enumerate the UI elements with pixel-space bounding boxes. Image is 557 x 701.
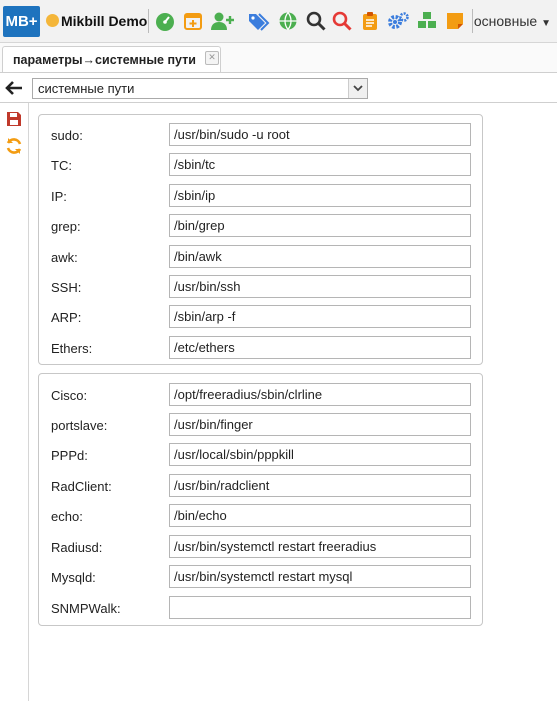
refresh-icon[interactable] — [5, 137, 23, 155]
close-icon[interactable]: ✕ — [205, 51, 219, 65]
setting-row: Radiusd: — [39, 535, 482, 559]
row-label: grep: — [51, 219, 81, 234]
setting-row: Cisco: — [39, 383, 482, 407]
setting-row: RadClient: — [39, 474, 482, 498]
chevron-down-icon[interactable] — [348, 79, 367, 98]
path-field[interactable] — [169, 565, 471, 588]
row-label: Radiusd: — [51, 540, 103, 555]
setting-row: portslave: — [39, 413, 482, 437]
row-label: ARP: — [51, 310, 82, 325]
tab-label: параметры→системные пути — [13, 53, 196, 67]
brand-title[interactable]: Mikbill Demo — [46, 13, 147, 29]
setting-row: sudo: — [39, 123, 482, 147]
cubes-icon[interactable] — [416, 11, 438, 31]
setting-row: IP: — [39, 184, 482, 208]
app-logo[interactable]: MB+ — [3, 6, 40, 37]
path-field[interactable] — [169, 336, 471, 359]
add-user-icon[interactable] — [210, 11, 234, 31]
row-label: echo: — [51, 509, 83, 524]
setting-row: SSH: — [39, 275, 482, 299]
setting-row: ARP: — [39, 305, 482, 329]
row-label: awk: — [51, 250, 78, 265]
path-field[interactable] — [169, 153, 471, 176]
path-field[interactable] — [169, 305, 471, 328]
brand-label: Mikbill Demo — [61, 13, 148, 29]
tags-icon[interactable] — [248, 11, 270, 31]
tab-system-paths[interactable]: параметры→системные пути ✕ — [2, 46, 221, 72]
path-field[interactable] — [169, 123, 471, 146]
setting-row: TC: — [39, 153, 482, 177]
dashboard-icon[interactable] — [155, 11, 175, 31]
paths-group-2: Cisco: portslave: PPPd: RadClient: echo:… — [38, 373, 483, 626]
setting-row: Ethers: — [39, 336, 482, 360]
path-field[interactable] — [169, 383, 471, 406]
setting-row: Mysqld: — [39, 565, 482, 589]
row-label: RadClient: — [51, 479, 112, 494]
row-label: SSH: — [51, 280, 82, 295]
row-label: PPPd: — [51, 448, 88, 463]
path-field[interactable] — [169, 275, 471, 298]
section-select[interactable]: системные пути — [32, 78, 368, 99]
path-field[interactable] — [169, 504, 471, 527]
action-sidebar — [0, 103, 29, 701]
setting-row: echo: — [39, 504, 482, 528]
row-label: sudo: — [51, 128, 83, 143]
row-label: portslave: — [51, 418, 108, 433]
cat-icon — [46, 14, 59, 27]
paths-group-1: sudo: TC: IP: grep: awk: SSH: ARP: Ether… — [38, 114, 483, 365]
row-label: Ethers: — [51, 341, 93, 356]
search-red-icon[interactable] — [332, 11, 352, 31]
setting-row: grep: — [39, 214, 482, 238]
search-icon[interactable] — [306, 11, 326, 31]
setting-row: PPPd: — [39, 443, 482, 467]
row-label: Cisco: — [51, 388, 88, 403]
path-field[interactable] — [169, 596, 471, 619]
path-field[interactable] — [169, 184, 471, 207]
row-label: Mysqld: — [51, 570, 96, 585]
setting-row: SNMPWalk: — [39, 596, 482, 620]
save-icon[interactable] — [6, 111, 22, 127]
row-label: IP: — [51, 189, 67, 204]
path-field[interactable] — [169, 535, 471, 558]
top-toolbar: MB+ Mikbill Demo основные ▼ — [0, 0, 557, 43]
caret-down-icon: ▼ — [541, 18, 551, 29]
calendar-icon[interactable] — [183, 11, 203, 31]
row-label: SNMPWalk: — [51, 601, 121, 616]
path-field[interactable] — [169, 413, 471, 436]
row-label: TC: — [51, 158, 72, 173]
main-menu-label: основные — [473, 13, 538, 29]
navigation-bar: системные пути — [0, 74, 557, 103]
path-field[interactable] — [169, 245, 471, 268]
toolbar-divider — [148, 9, 149, 33]
clipboard-icon[interactable] — [360, 11, 380, 31]
note-icon[interactable] — [445, 11, 465, 31]
tab-bar: параметры→системные пути ✕ — [0, 43, 557, 73]
main-menu-dropdown[interactable]: основные ▼ — [474, 13, 551, 29]
back-arrow-icon[interactable] — [4, 78, 24, 98]
section-select-value: системные пути — [38, 81, 135, 96]
toolbar-divider — [472, 9, 473, 33]
path-field[interactable] — [169, 443, 471, 466]
cogs-icon[interactable] — [386, 11, 410, 31]
path-field[interactable] — [169, 474, 471, 497]
path-field[interactable] — [169, 214, 471, 237]
globe-icon[interactable] — [278, 11, 298, 31]
setting-row: awk: — [39, 245, 482, 269]
